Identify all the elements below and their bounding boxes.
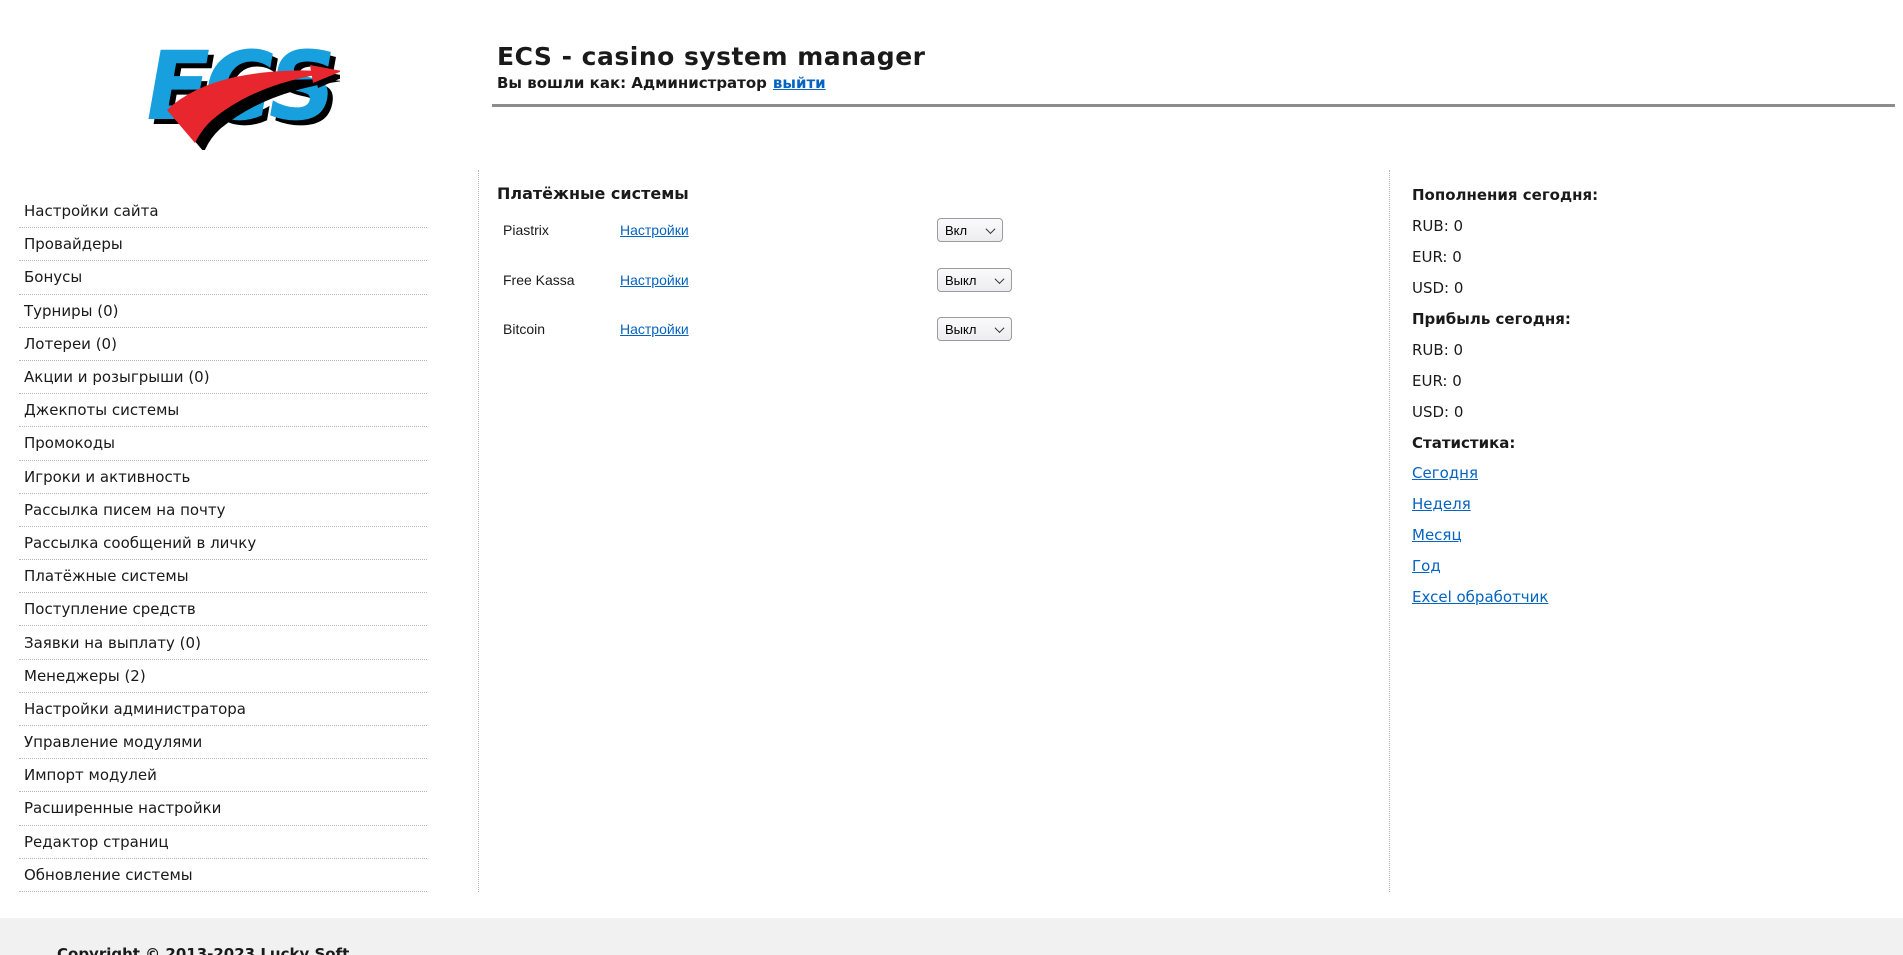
sidebar-item-module-import[interactable]: Импорт модулей bbox=[19, 759, 427, 793]
payment-row-freekassa: Free Kassa Настройки Выкл bbox=[503, 268, 1012, 292]
deposits-heading: Пополнения сегодня: bbox=[1412, 186, 1599, 205]
sidebar-item-advanced-settings[interactable]: Расширенные настройки bbox=[19, 792, 427, 826]
payment-name: Free Kassa bbox=[503, 272, 575, 288]
login-status-text: Вы вошли как: Администратор bbox=[497, 74, 767, 92]
stats-heading: Статистика: bbox=[1412, 433, 1516, 452]
ecs-logo: ECS ECS bbox=[135, 27, 346, 152]
sidebar-item-payment-systems[interactable]: Платёжные системы bbox=[19, 560, 427, 594]
payment-name: Piastrix bbox=[503, 222, 549, 238]
sidebar-item-admin-settings[interactable]: Настройки администратора bbox=[19, 693, 427, 726]
sidebar-item-site-settings[interactable]: Настройки сайта bbox=[19, 195, 427, 229]
piastrix-settings-link[interactable]: Настройки bbox=[620, 222, 689, 238]
chevron-down-icon bbox=[985, 223, 996, 234]
stats-panel: Пополнения сегодня: RUB: 0 EUR: 0 USD: 0… bbox=[1412, 180, 1852, 612]
freekassa-settings-link[interactable]: Настройки bbox=[620, 272, 689, 288]
stats-link-month[interactable]: Месяц bbox=[1412, 526, 1462, 544]
stats-link-week[interactable]: Неделя bbox=[1412, 495, 1471, 513]
payment-row-piastrix: Piastrix Настройки Вкл bbox=[503, 218, 1003, 242]
sidebar-item-pm-mailing[interactable]: Рассылка сообщений в личку bbox=[19, 527, 427, 561]
sidebar-item-incoming-funds[interactable]: Поступление средств bbox=[19, 593, 427, 627]
select-value: Выкл bbox=[945, 272, 977, 288]
sidebar-item-promocodes[interactable]: Промокоды bbox=[19, 427, 427, 461]
stats-divider bbox=[1389, 170, 1390, 892]
sidebar-menu: Настройки сайта Провайдеры Бонусы Турнир… bbox=[19, 195, 427, 892]
header-divider bbox=[492, 104, 1895, 107]
deposits-usd: USD: 0 bbox=[1412, 279, 1464, 298]
bitcoin-settings-link[interactable]: Настройки bbox=[620, 321, 689, 337]
sidebar-item-promotions[interactable]: Акции и розыгрыши (0) bbox=[19, 361, 427, 395]
payment-name: Bitcoin bbox=[503, 321, 546, 337]
bitcoin-status-select[interactable]: Выкл bbox=[937, 317, 1012, 341]
select-value: Выкл bbox=[945, 321, 977, 337]
sidebar-item-email-mailing[interactable]: Рассылка писем на почту bbox=[19, 494, 427, 527]
page-title: ECS - casino system manager bbox=[497, 42, 926, 71]
sidebar-item-tournaments[interactable]: Турниры (0) bbox=[19, 295, 427, 328]
sidebar-item-players-activity[interactable]: Игроки и активность bbox=[19, 461, 427, 494]
sidebar-item-lotteries[interactable]: Лотереи (0) bbox=[19, 328, 427, 361]
stats-link-excel[interactable]: Excel обработчик bbox=[1412, 588, 1548, 606]
profit-heading: Прибыль сегодня: bbox=[1412, 310, 1571, 328]
sidebar-item-providers[interactable]: Провайдеры bbox=[19, 228, 427, 262]
sidebar-item-system-update[interactable]: Обновление системы bbox=[19, 859, 427, 892]
sidebar-item-bonuses[interactable]: Бонусы bbox=[19, 261, 427, 295]
freekassa-status-select[interactable]: Выкл bbox=[937, 268, 1012, 292]
copyright-text: Copyright © 2013-2023 Lucky Soft bbox=[57, 945, 350, 955]
login-status: Вы вошли как: Администратор выйти bbox=[497, 74, 826, 92]
sidebar-item-payout-requests[interactable]: Заявки на выплату (0) bbox=[19, 626, 427, 660]
sidebar-item-jackpots[interactable]: Джекпоты системы bbox=[19, 394, 427, 428]
deposits-rub: RUB: 0 bbox=[1412, 217, 1464, 236]
select-value: Вкл bbox=[945, 222, 968, 238]
profit-usd: USD: 0 bbox=[1412, 402, 1464, 421]
sidebar-divider bbox=[478, 170, 479, 892]
profit-eur: EUR: 0 bbox=[1412, 371, 1462, 390]
footer: Copyright © 2013-2023 Lucky Soft bbox=[0, 918, 1903, 955]
chevron-down-icon bbox=[994, 322, 1005, 333]
stats-link-today[interactable]: Сегодня bbox=[1412, 464, 1478, 482]
sidebar-item-page-editor[interactable]: Редактор страниц bbox=[19, 826, 427, 859]
piastrix-status-select[interactable]: Вкл bbox=[937, 218, 1003, 242]
sidebar-item-module-management[interactable]: Управление модулями bbox=[19, 726, 427, 760]
section-heading: Платёжные системы bbox=[497, 184, 689, 203]
chevron-down-icon bbox=[994, 273, 1005, 284]
logout-link[interactable]: выйти bbox=[773, 74, 826, 92]
payment-row-bitcoin: Bitcoin Настройки Выкл bbox=[503, 317, 1012, 341]
sidebar-item-managers[interactable]: Менеджеры (2) bbox=[19, 660, 427, 693]
stats-link-year[interactable]: Год bbox=[1412, 557, 1441, 575]
deposits-eur: EUR: 0 bbox=[1412, 248, 1462, 267]
profit-rub: RUB: 0 bbox=[1412, 340, 1464, 359]
ecs-logo-image: ECS ECS bbox=[136, 31, 346, 152]
